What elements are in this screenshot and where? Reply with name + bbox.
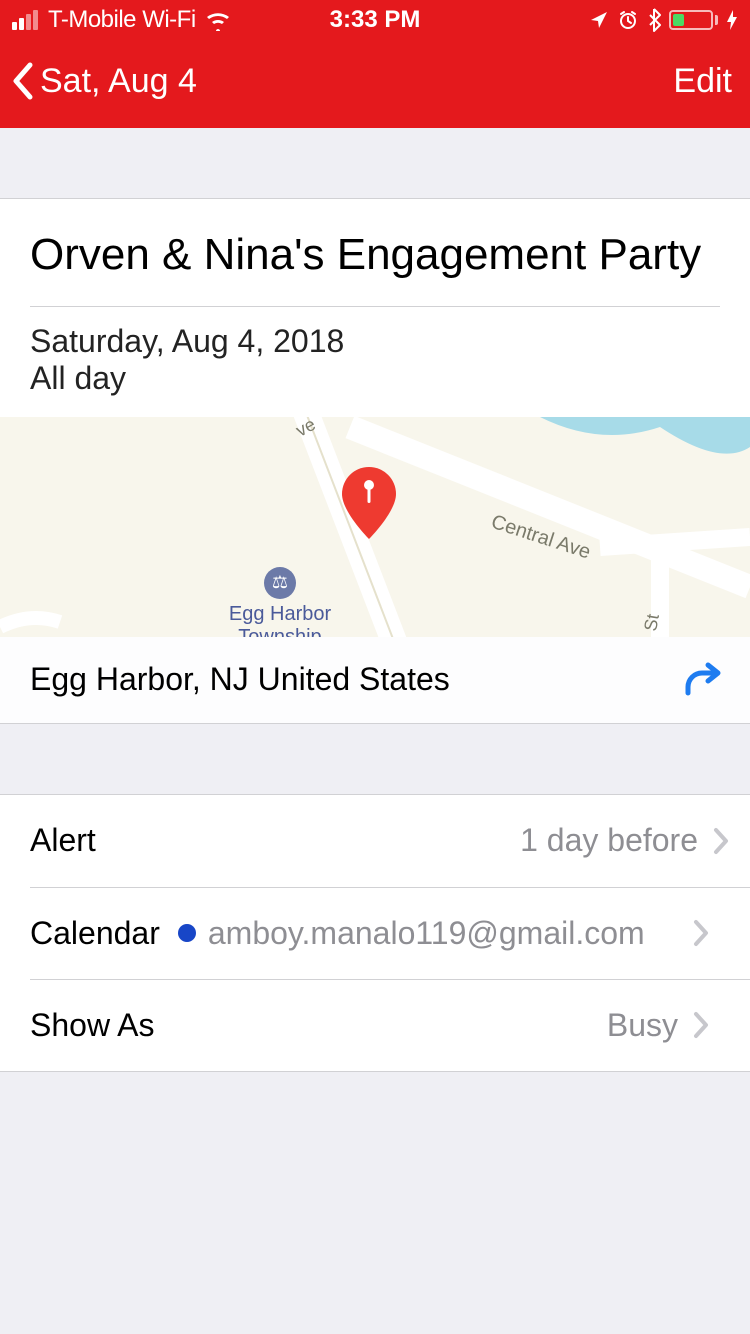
calendar-row[interactable]: Calendar amboy.manalo119@gmail.com	[30, 887, 750, 979]
chevron-right-icon	[692, 1010, 710, 1040]
calendar-value: amboy.manalo119@gmail.com	[208, 915, 645, 952]
event-header: Orven & Nina's Engagement Party Saturday…	[0, 198, 750, 417]
location-icon	[589, 10, 609, 30]
svg-text:St: St	[640, 612, 663, 632]
alert-row[interactable]: Alert 1 day before	[0, 795, 750, 887]
spacer	[0, 128, 750, 198]
chevron-right-icon	[692, 918, 710, 948]
event-title: Orven & Nina's Engagement Party	[30, 229, 720, 282]
alert-label: Alert	[30, 822, 96, 859]
battery-icon	[669, 10, 718, 30]
event-datetime: Saturday, Aug 4, 2018 All day	[30, 307, 720, 417]
status-left: T-Mobile Wi-Fi	[12, 6, 232, 34]
cell-signal-icon	[12, 10, 38, 30]
location-address-row[interactable]: Egg Harbor, NJ United States	[0, 637, 750, 724]
nav-bar: Sat, Aug 4 Edit	[0, 40, 750, 128]
chevron-right-icon	[712, 826, 730, 856]
bluetooth-icon	[647, 8, 661, 32]
chevron-left-icon	[10, 59, 38, 103]
event-settings: Alert 1 day before Calendar amboy.manalo…	[0, 794, 750, 1072]
back-button[interactable]: Sat, Aug 4	[10, 59, 197, 103]
alert-value: 1 day before	[520, 822, 698, 859]
status-right	[589, 8, 738, 32]
calendar-label: Calendar	[30, 915, 160, 952]
location-address: Egg Harbor, NJ United States	[30, 661, 450, 698]
status-clock: 3:33 PM	[330, 6, 421, 34]
showas-row[interactable]: Show As Busy	[30, 979, 750, 1071]
charging-icon	[726, 9, 738, 31]
wifi-icon	[204, 9, 232, 31]
back-label: Sat, Aug 4	[40, 62, 197, 101]
carrier-label: T-Mobile Wi-Fi	[48, 6, 196, 34]
map-poi-label: ⚖ Egg Harbor Township Municipal	[200, 567, 360, 637]
status-bar: T-Mobile Wi-Fi 3:33 PM	[0, 0, 750, 40]
directions-button[interactable]	[682, 659, 724, 701]
map-pin-icon	[338, 463, 400, 543]
showas-value: Busy	[607, 1007, 678, 1044]
edit-button[interactable]: Edit	[673, 62, 732, 101]
spacer	[0, 724, 750, 794]
event-allday: All day	[30, 360, 720, 397]
directions-arrow-icon	[682, 659, 724, 701]
location-map[interactable]: Central Ave St ve ⚖ Egg Harbor Township …	[0, 417, 750, 637]
alarm-icon	[617, 9, 639, 31]
calendar-color-dot	[178, 924, 196, 942]
event-date: Saturday, Aug 4, 2018	[30, 323, 720, 360]
scales-icon: ⚖	[264, 567, 296, 599]
showas-label: Show As	[30, 1007, 155, 1044]
